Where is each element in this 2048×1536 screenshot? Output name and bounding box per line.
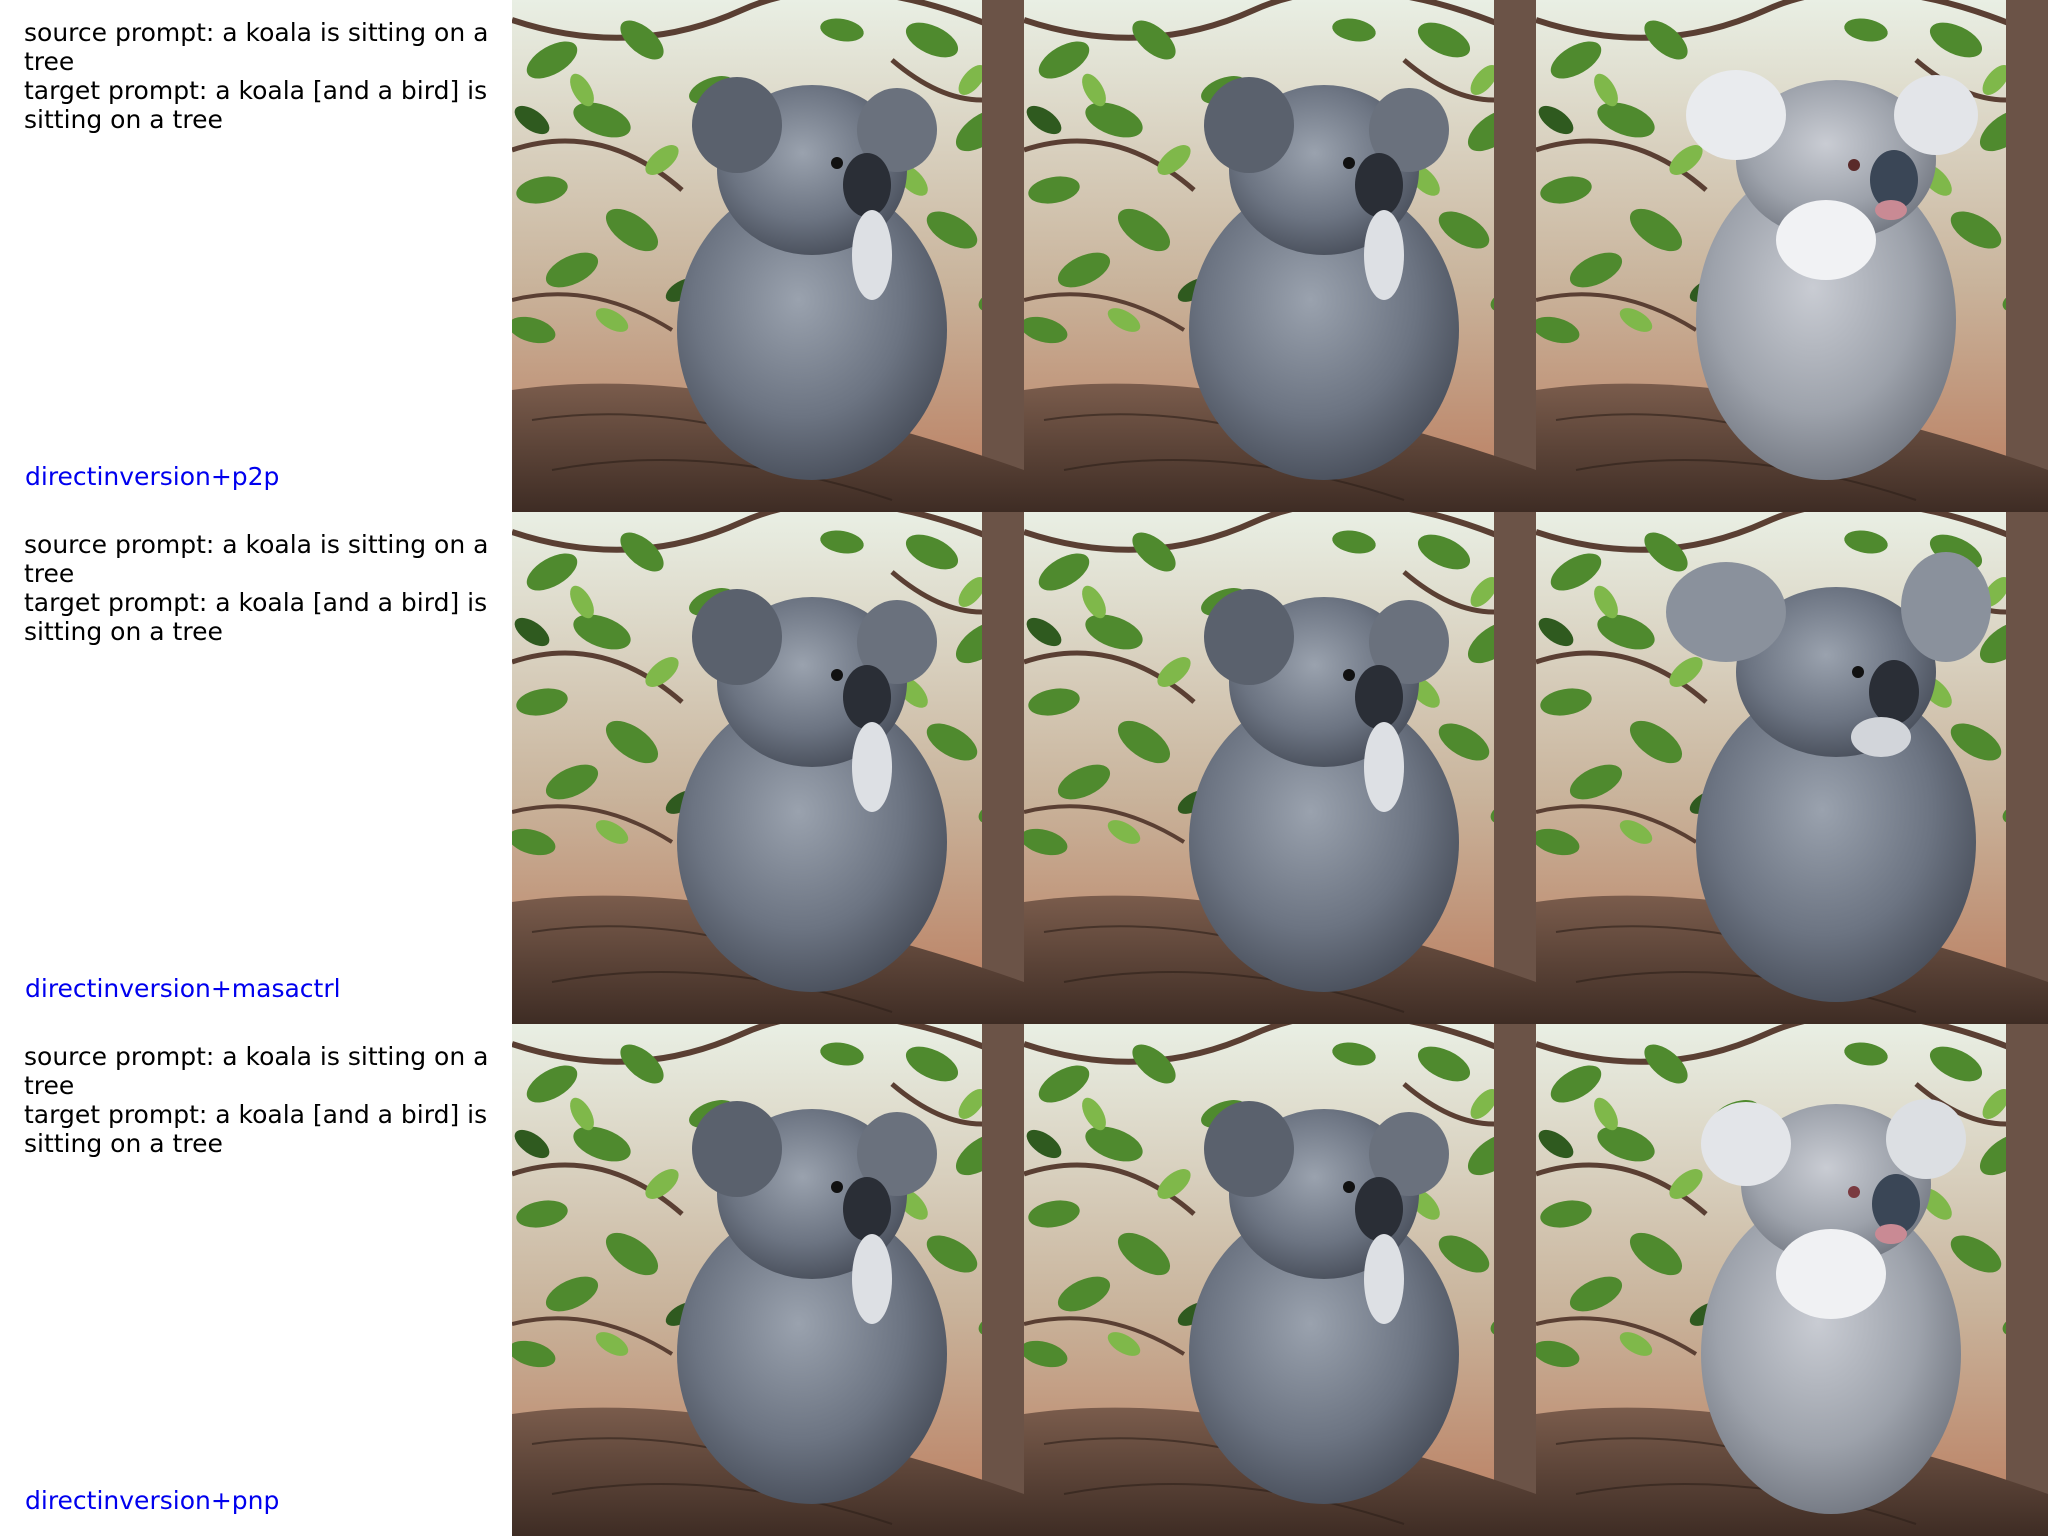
row-label-panel: source prompt: a koala is sitting on a t…: [0, 1024, 512, 1536]
source-image: [512, 1024, 1024, 1536]
prompt-text-block: source prompt: a koala is sitting on a t…: [24, 530, 494, 646]
source-prompt: source prompt: a koala is sitting on a t…: [24, 1042, 489, 1100]
edited-image: [1536, 512, 2048, 1024]
target-prompt: target prompt: a koala [and a bird] is s…: [24, 76, 488, 134]
inverted-image: [1024, 512, 1536, 1024]
inverted-image: [1024, 1024, 1536, 1536]
method-label: directinversion+p2p: [25, 462, 280, 491]
row-label-panel: source prompt: a koala is sitting on a t…: [0, 512, 512, 1024]
result-row: source prompt: a koala is sitting on a t…: [0, 512, 2048, 1024]
target-prompt: target prompt: a koala [and a bird] is s…: [24, 588, 488, 646]
target-prompt: target prompt: a koala [and a bird] is s…: [24, 1100, 488, 1158]
prompt-text-block: source prompt: a koala is sitting on a t…: [24, 18, 494, 134]
method-label: directinversion+pnp: [25, 1486, 280, 1515]
inverted-image: [1024, 0, 1536, 512]
source-prompt: source prompt: a koala is sitting on a t…: [24, 530, 489, 588]
edited-image: [1536, 1024, 2048, 1536]
row-label-panel: source prompt: a koala is sitting on a t…: [0, 0, 512, 512]
source-image: [512, 0, 1024, 512]
result-row: source prompt: a koala is sitting on a t…: [0, 1024, 2048, 1536]
source-image: [512, 512, 1024, 1024]
prompt-text-block: source prompt: a koala is sitting on a t…: [24, 1042, 494, 1158]
edited-image: [1536, 0, 2048, 512]
result-row: source prompt: a koala is sitting on a t…: [0, 0, 2048, 512]
source-prompt: source prompt: a koala is sitting on a t…: [24, 18, 489, 76]
method-label: directinversion+masactrl: [25, 974, 341, 1003]
